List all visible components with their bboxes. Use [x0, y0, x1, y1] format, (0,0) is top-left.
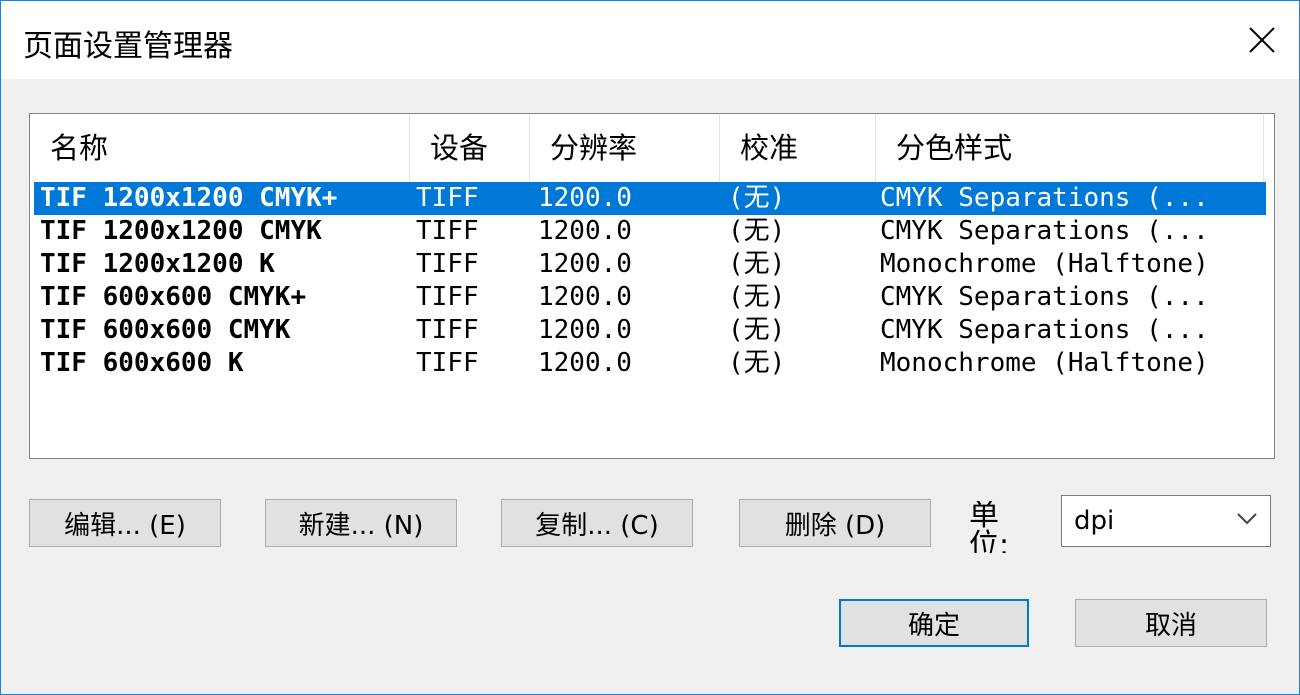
column-header-device[interactable]: 设备 [410, 114, 530, 182]
cell-calibration: (无) [728, 315, 786, 345]
cell-device: TIFF [416, 315, 479, 345]
list-item[interactable]: TIF 600x600 K TIFF 1200.0 (无) Monochrome… [34, 347, 1266, 380]
ok-button[interactable]: 确定 [839, 599, 1029, 647]
new-button[interactable]: 新建... (N) [265, 499, 457, 547]
edit-button[interactable]: 编辑... (E) [29, 499, 221, 547]
cell-separation: CMYK Separations (... [880, 183, 1209, 213]
cell-name: TIF 1200x1200 CMYK+ [40, 183, 338, 213]
page-setup-manager-dialog: 页面设置管理器 名称 设备 分辨率 校准 分色样式 TIF 1200x1200 … [0, 0, 1300, 695]
cell-name: TIF 1200x1200 CMYK [40, 216, 322, 246]
list-header: 名称 设备 分辨率 校准 分色样式 [30, 114, 1274, 182]
cancel-button[interactable]: 取消 [1075, 599, 1267, 647]
cell-calibration: (无) [728, 282, 786, 312]
cell-resolution: 1200.0 [538, 282, 632, 312]
cell-calibration: (无) [728, 183, 786, 213]
chevron-down-icon [1237, 513, 1257, 525]
cell-separation: CMYK Separations (... [880, 282, 1209, 312]
cell-name: TIF 1200x1200 K [40, 249, 275, 279]
list-item[interactable]: TIF 600x600 CMYK+ TIFF 1200.0 (无) CMYK S… [34, 281, 1266, 314]
list-item[interactable]: TIF 1200x1200 CMYK TIFF 1200.0 (无) CMYK … [34, 215, 1266, 248]
unit-select-value: dpi [1074, 506, 1115, 536]
cell-device: TIFF [416, 348, 479, 378]
cell-device: TIFF [416, 282, 479, 312]
column-header-calibration[interactable]: 校准 [720, 114, 876, 182]
cell-resolution: 1200.0 [538, 249, 632, 279]
cell-name: TIF 600x600 CMYK+ [40, 282, 307, 312]
cell-calibration: (无) [728, 249, 786, 279]
cell-separation: CMYK Separations (... [880, 315, 1209, 345]
list-item[interactable]: TIF 1200x1200 CMYK+ TIFF 1200.0 (无) CMYK… [34, 182, 1266, 215]
list-item[interactable]: TIF 600x600 CMYK TIFF 1200.0 (无) CMYK Se… [34, 314, 1266, 347]
cell-device: TIFF [416, 249, 479, 279]
cell-resolution: 1200.0 [538, 348, 632, 378]
page-setup-list[interactable]: 名称 设备 分辨率 校准 分色样式 TIF 1200x1200 CMYK+ TI… [29, 113, 1275, 459]
cell-resolution: 1200.0 [538, 183, 632, 213]
cell-name: TIF 600x600 CMYK [40, 315, 291, 345]
cell-name: TIF 600x600 K [40, 348, 244, 378]
delete-button[interactable]: 删除 (D) [739, 499, 931, 547]
column-header-name[interactable]: 名称 [30, 114, 410, 182]
cell-separation: CMYK Separations (... [880, 216, 1209, 246]
close-icon [1249, 27, 1275, 53]
cell-resolution: 1200.0 [538, 216, 632, 246]
dialog-title: 页面设置管理器 [23, 29, 233, 64]
cell-separation: Monochrome (Halftone) [880, 249, 1209, 279]
unit-label: 单位: [969, 501, 1009, 553]
cell-device: TIFF [416, 216, 479, 246]
unit-select[interactable]: dpi [1061, 495, 1271, 547]
copy-button[interactable]: 复制... (C) [501, 499, 693, 547]
cell-calibration: (无) [728, 348, 786, 378]
column-header-resolution[interactable]: 分辨率 [530, 114, 720, 182]
cell-device: TIFF [416, 183, 479, 213]
cell-calibration: (无) [728, 216, 786, 246]
cell-resolution: 1200.0 [538, 315, 632, 345]
title-bar: 页面设置管理器 [1, 1, 1299, 79]
list-item[interactable]: TIF 1200x1200 K TIFF 1200.0 (无) Monochro… [34, 248, 1266, 281]
close-button[interactable] [1225, 1, 1299, 79]
cell-separation: Monochrome (Halftone) [880, 348, 1209, 378]
column-header-separation[interactable]: 分色样式 [876, 114, 1264, 182]
